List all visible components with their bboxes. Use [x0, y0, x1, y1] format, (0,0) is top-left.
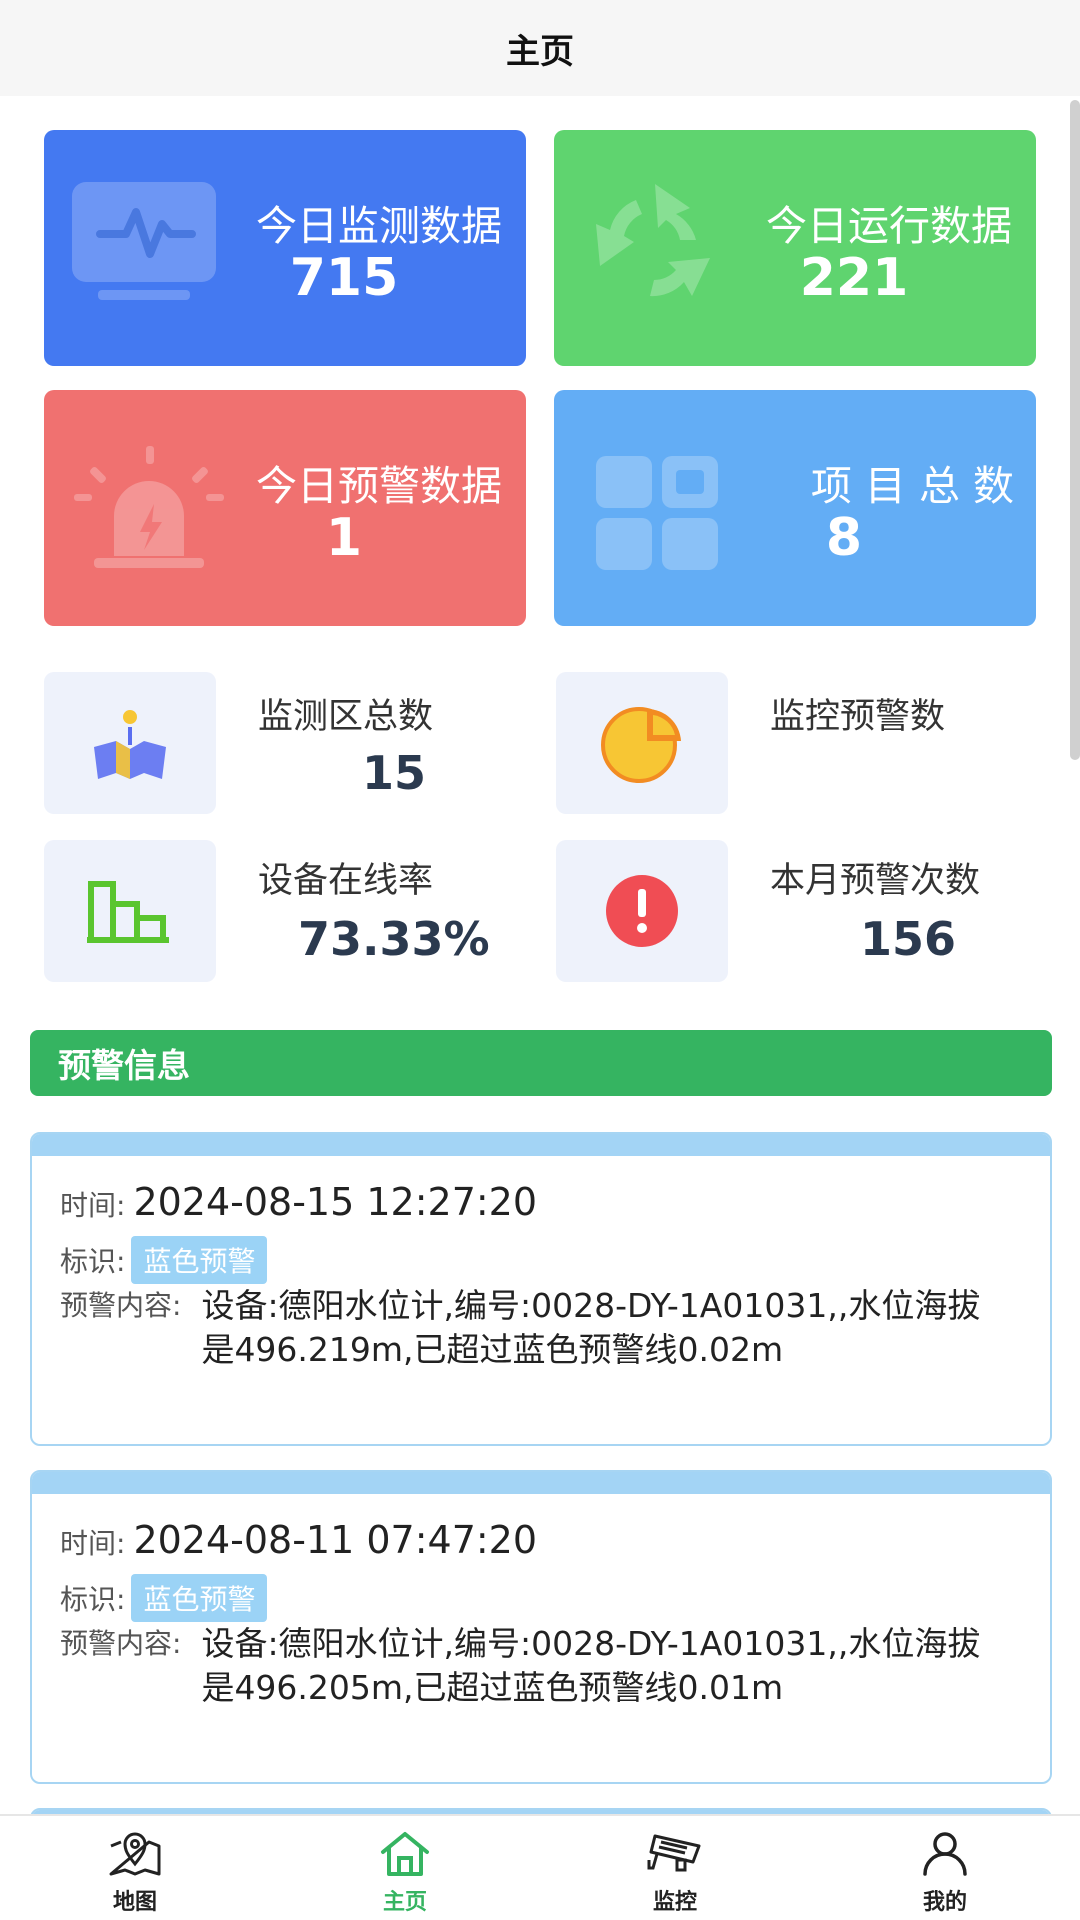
tab-label: 我的 — [922, 1890, 967, 1915]
stat-value: 156 — [860, 912, 957, 966]
alert-time: 2024-08-11 07:47:20 — [133, 1518, 538, 1562]
stat-icon-box — [44, 672, 216, 814]
card-title: 今日预警数据 — [256, 462, 502, 510]
exclamation-icon — [606, 875, 678, 947]
stat-icon-box — [44, 840, 216, 982]
alert-strip — [32, 1134, 1050, 1156]
camera-icon — [647, 1834, 701, 1872]
tag-label: 标识: — [60, 1245, 126, 1278]
card-value: 715 — [289, 248, 399, 308]
alert-tag: 蓝色预警 — [131, 1236, 268, 1284]
pie-chart-icon — [601, 707, 681, 783]
scrollbar[interactable] — [1070, 100, 1080, 760]
tab-monitor[interactable]: 监控 — [540, 1816, 810, 1920]
card-alert-data[interactable]: 今日预警数据 1 — [44, 390, 526, 626]
grid-icon — [596, 456, 718, 570]
card-title: 今日运行数据 — [766, 202, 1012, 250]
alert-content: 设备:德阳水位计,编号:0028-DY-1A01031,,水位海拔是496.20… — [201, 1624, 981, 1707]
bar-chart-icon — [87, 881, 169, 943]
time-label: 时间: — [60, 1189, 126, 1222]
card-project-total[interactable]: 项 目 总 数 8 — [554, 390, 1036, 626]
tab-label: 地图 — [112, 1890, 157, 1915]
page-title: 主页 — [506, 31, 574, 72]
alert-section-header: 预警信息 — [30, 1030, 1052, 1096]
tab-label: 主页 — [382, 1890, 427, 1915]
stat-label: 本月预警次数 — [770, 861, 981, 901]
tag-label: 标识: — [60, 1583, 126, 1616]
user-icon — [923, 1832, 967, 1876]
card-title: 项 目 总 数 — [810, 462, 1014, 510]
alarm-icon — [74, 446, 224, 568]
stat-label: 监控预警数 — [770, 697, 946, 737]
section-title: 预警信息 — [58, 1046, 190, 1085]
stat-value: 73.33% — [298, 912, 490, 966]
stat-label: 设备在线率 — [258, 861, 434, 901]
alert-item[interactable]: 时间: 2024-08-11 07:47:20 标识: 蓝色预警 预警内容: 设… — [30, 1470, 1052, 1784]
card-run-data[interactable]: 今日运行数据 221 — [554, 130, 1036, 366]
content-label: 预警内容: — [60, 1627, 182, 1660]
alert-time: 2024-08-15 12:27:20 — [133, 1180, 538, 1224]
stat-label: 监测区总数 — [258, 697, 434, 737]
home-icon — [381, 1832, 429, 1876]
card-title: 今日监测数据 — [256, 202, 502, 250]
stat-icon-box — [556, 672, 728, 814]
bottom-tab-bar: 地图 主页 监控 我的 — [0, 1814, 1080, 1920]
map-marker-icon — [94, 710, 166, 779]
tab-mine[interactable]: 我的 — [810, 1816, 1080, 1920]
alert-item[interactable]: 时间: 2024-08-15 12:27:20 标识: 蓝色预警 预警内容: 设… — [30, 1132, 1052, 1446]
alert-strip — [32, 1472, 1050, 1494]
stat-value: 15 — [362, 746, 427, 800]
card-monitor-data[interactable]: 今日监测数据 715 — [44, 130, 526, 366]
card-value: 221 — [799, 248, 909, 308]
page-header: 主页 — [0, 0, 1080, 96]
map-pin-icon — [109, 1832, 161, 1876]
recycle-icon — [596, 184, 710, 297]
monitor-icon — [72, 182, 216, 300]
card-value: 8 — [825, 508, 863, 568]
time-label: 时间: — [60, 1527, 126, 1560]
alert-tag: 蓝色预警 — [131, 1574, 268, 1622]
card-value: 1 — [325, 508, 363, 568]
tab-label: 监控 — [652, 1890, 697, 1915]
tab-home[interactable]: 主页 — [270, 1816, 540, 1920]
content-label: 预警内容: — [60, 1289, 182, 1322]
tab-map[interactable]: 地图 — [0, 1816, 270, 1920]
stat-icon-box — [556, 840, 728, 982]
alert-content: 设备:德阳水位计,编号:0028-DY-1A01031,,水位海拔是496.21… — [201, 1286, 981, 1369]
